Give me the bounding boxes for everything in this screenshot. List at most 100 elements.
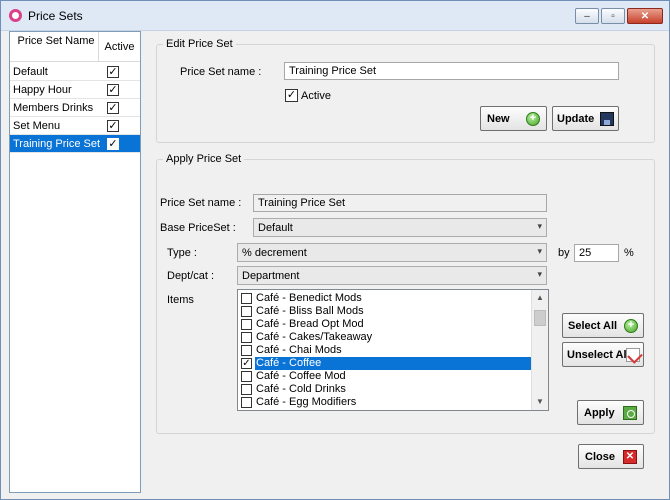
type-value: % decrement bbox=[242, 247, 307, 259]
row-active-checkbox[interactable]: ✓ bbox=[107, 102, 119, 114]
green-apply-icon bbox=[623, 406, 637, 420]
base-priceset-select[interactable]: Default ▾ bbox=[253, 218, 547, 237]
items-label: Items bbox=[167, 294, 194, 306]
apply-price-set-title: Apply Price Set bbox=[163, 153, 245, 165]
item-label: Café - Cold Drinks bbox=[256, 383, 346, 395]
price-sets-list[interactable]: Price Set Name Active Default ✓ Happy Ho… bbox=[9, 31, 141, 493]
row-active-checkbox[interactable]: ✓ bbox=[107, 66, 119, 78]
window-title: Price Sets bbox=[28, 9, 83, 23]
chevron-down-icon: ▾ bbox=[537, 246, 542, 256]
list-item[interactable]: Café - Benedict Mods bbox=[238, 292, 532, 305]
list-row-set-menu[interactable]: Set Menu ✓ bbox=[10, 117, 140, 135]
row-name: Default bbox=[13, 66, 48, 78]
close-window-button[interactable]: ✕ bbox=[627, 8, 663, 24]
item-label: Café - Egg Modifiers bbox=[256, 396, 357, 408]
row-name: Happy Hour bbox=[13, 84, 72, 96]
row-name: Members Drinks bbox=[13, 102, 94, 114]
list-header: Price Set Name Active bbox=[10, 32, 140, 62]
column-header-active-label: Active bbox=[104, 41, 135, 53]
green-plus-icon: + bbox=[526, 112, 540, 126]
update-button-label: Update bbox=[557, 113, 595, 125]
list-item[interactable]: Café - Egg Modifiers bbox=[238, 396, 532, 409]
items-list[interactable]: Café - Benedict Mods Café - Bliss Ball M… bbox=[237, 289, 549, 411]
save-disk-icon bbox=[600, 112, 614, 126]
type-label: Type : bbox=[167, 247, 197, 259]
base-priceset-value: Default bbox=[258, 222, 293, 234]
new-button-label: New bbox=[487, 113, 510, 125]
item-checkbox[interactable]: ✓ bbox=[241, 358, 252, 369]
item-checkbox[interactable] bbox=[241, 371, 252, 382]
list-item[interactable]: Café - Bliss Ball Mods bbox=[238, 305, 532, 318]
green-plus-icon: + bbox=[624, 319, 638, 333]
dept-cat-value: Department bbox=[242, 270, 300, 282]
item-label: Café - Bread Opt Mod bbox=[256, 318, 364, 330]
list-item[interactable]: Café - Bread Opt Mod bbox=[238, 318, 532, 331]
list-item[interactable]: Café - Cakes/Takeaway bbox=[238, 331, 532, 344]
list-row-default[interactable]: Default ✓ bbox=[10, 63, 140, 81]
type-select[interactable]: % decrement ▾ bbox=[237, 243, 547, 262]
close-button[interactable]: Close ✕ bbox=[578, 444, 644, 469]
list-item[interactable]: Café - Chai Mods bbox=[238, 344, 532, 357]
list-item[interactable]: ✓ Café - Coffee bbox=[238, 357, 532, 370]
item-checkbox[interactable] bbox=[241, 384, 252, 395]
item-checkbox[interactable] bbox=[241, 345, 252, 356]
row-active-checkbox[interactable]: ✓ bbox=[107, 138, 119, 150]
update-button[interactable]: Update bbox=[552, 106, 619, 131]
row-active-checkbox[interactable]: ✓ bbox=[107, 84, 119, 96]
item-label: Café - Benedict Mods bbox=[256, 292, 362, 304]
column-header-active[interactable]: Active bbox=[98, 32, 140, 62]
chevron-down-icon: ▾ bbox=[537, 221, 542, 231]
list-item[interactable]: Café - Cold Drinks bbox=[238, 383, 532, 396]
close-icon: ✕ bbox=[640, 10, 650, 22]
item-label: Café - Coffee bbox=[255, 357, 532, 370]
column-header-name[interactable]: Price Set Name bbox=[14, 35, 98, 47]
maximize-button[interactable]: ▫ bbox=[601, 8, 625, 24]
item-checkbox[interactable] bbox=[241, 332, 252, 343]
red-x-icon: ✕ bbox=[623, 450, 637, 464]
scroll-up-icon[interactable]: ▲ bbox=[532, 290, 548, 306]
active-label: Active bbox=[301, 90, 331, 102]
item-label: Café - Cakes/Takeaway bbox=[256, 331, 373, 343]
item-checkbox[interactable] bbox=[241, 397, 252, 408]
maximize-icon: ▫ bbox=[611, 10, 615, 22]
select-all-label: Select All bbox=[568, 320, 618, 332]
scrollbar-thumb[interactable] bbox=[534, 310, 546, 326]
items-scrollbar[interactable]: ▲ ▼ bbox=[531, 290, 548, 410]
apply-name-label: Price Set name : bbox=[160, 197, 242, 209]
percent-label: % bbox=[624, 247, 634, 259]
edit-price-set-name-input[interactable]: Training Price Set bbox=[284, 62, 619, 80]
row-active-checkbox[interactable]: ✓ bbox=[107, 120, 119, 132]
edit-name-label: Price Set name : bbox=[180, 66, 262, 78]
list-row-training-price-set[interactable]: Training Price Set ✓ bbox=[10, 135, 140, 153]
row-name: Set Menu bbox=[13, 120, 61, 132]
active-checkbox[interactable]: ✓ bbox=[285, 89, 298, 102]
select-all-button[interactable]: Select All + bbox=[562, 313, 644, 338]
unselect-all-label: Unselect All bbox=[567, 349, 630, 361]
list-row-members-drinks[interactable]: Members Drinks ✓ bbox=[10, 99, 140, 117]
item-label: Café - Bliss Ball Mods bbox=[256, 305, 364, 317]
dept-cat-select[interactable]: Department ▾ bbox=[237, 266, 547, 285]
new-button[interactable]: New + bbox=[480, 106, 547, 131]
list-row-happy-hour[interactable]: Happy Hour ✓ bbox=[10, 81, 140, 99]
by-amount-input[interactable]: 25 bbox=[574, 244, 619, 262]
item-checkbox[interactable] bbox=[241, 306, 252, 317]
close-button-label: Close bbox=[585, 451, 615, 463]
by-label: by bbox=[558, 247, 570, 259]
apply-price-set-name-field: Training Price Set bbox=[253, 194, 547, 212]
chevron-down-icon: ▾ bbox=[537, 269, 542, 279]
item-checkbox[interactable] bbox=[241, 319, 252, 330]
title-bar[interactable]: Price Sets ‒ ▫ ✕ bbox=[1, 1, 669, 31]
list-item[interactable]: Café - Coffee Mod bbox=[238, 370, 532, 383]
scroll-down-icon[interactable]: ▼ bbox=[532, 394, 548, 410]
row-name: Training Price Set bbox=[13, 138, 101, 150]
item-label: Café - Coffee Mod bbox=[256, 370, 346, 382]
dept-cat-label: Dept/cat : bbox=[167, 270, 215, 282]
minimize-button[interactable]: ‒ bbox=[575, 8, 599, 24]
apply-button[interactable]: Apply bbox=[577, 400, 644, 425]
apply-button-label: Apply bbox=[584, 407, 615, 419]
item-checkbox[interactable] bbox=[241, 293, 252, 304]
price-sets-app-icon bbox=[9, 9, 22, 22]
item-label: Café - Chai Mods bbox=[256, 344, 342, 356]
price-sets-window: Price Sets ‒ ▫ ✕ Price Set Name Active D… bbox=[0, 0, 670, 500]
unselect-all-button[interactable]: Unselect All bbox=[562, 342, 644, 367]
